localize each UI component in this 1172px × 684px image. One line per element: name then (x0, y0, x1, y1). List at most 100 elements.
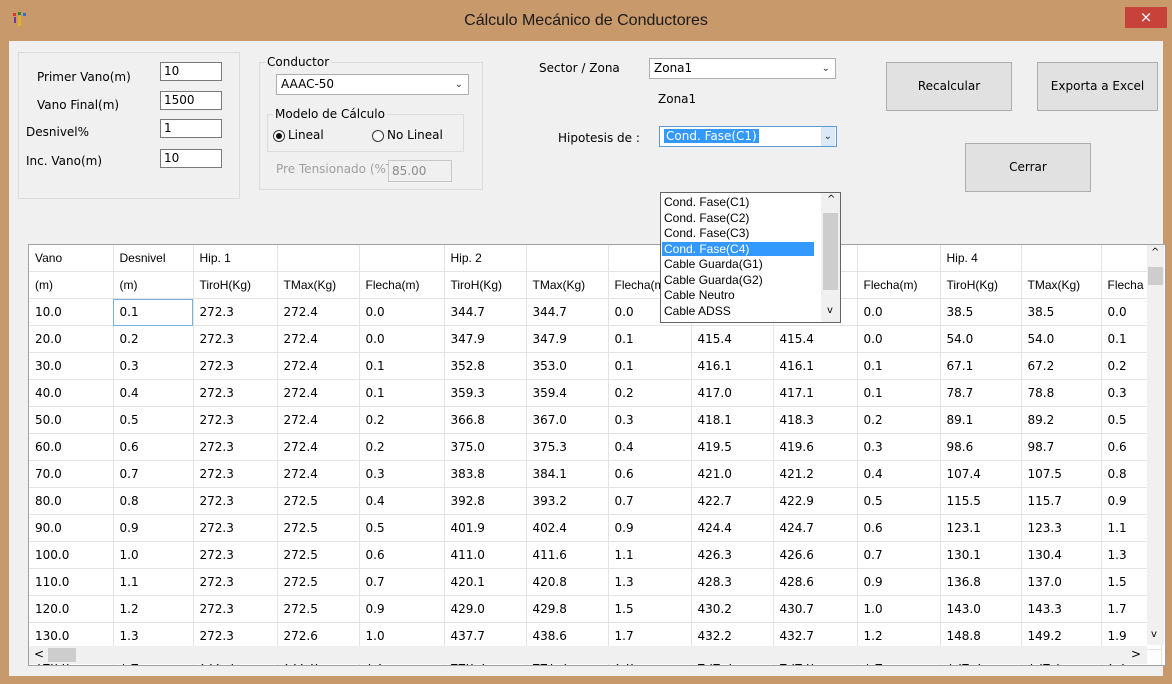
table-cell[interactable] (526, 245, 609, 272)
table-cell[interactable]: 347.9 (444, 325, 527, 353)
table-cell[interactable]: 272.3 (193, 433, 278, 461)
table-cell[interactable]: 78.7 (940, 379, 1022, 407)
table-cell[interactable]: 272.3 (193, 487, 278, 515)
table-cell[interactable]: 60.0 (29, 433, 114, 461)
table-cell[interactable]: 0.1 (113, 298, 194, 326)
table-cell[interactable]: 0.4 (359, 487, 445, 515)
table-cell[interactable]: 136.8 (940, 568, 1022, 596)
table-cell[interactable]: 418.3 (773, 406, 858, 434)
table-cell[interactable]: 0.5 (857, 487, 941, 515)
table-cell[interactable]: 100.0 (29, 541, 114, 569)
recalcular-button[interactable]: Recalcular (886, 62, 1012, 111)
table-cell[interactable]: 0.4 (608, 433, 692, 461)
table-cell[interactable]: 0.7 (113, 460, 194, 488)
table-cell[interactable]: 272.4 (277, 352, 360, 380)
scroll-right-icon[interactable]: > (1131, 647, 1141, 661)
table-cell[interactable]: 420.8 (526, 568, 609, 596)
hipotesis-select[interactable]: Cond. Fase(C1) ⌄ (659, 126, 837, 147)
table-cell[interactable]: 0.3 (113, 352, 194, 380)
table-cell[interactable]: 38.5 (940, 298, 1022, 326)
table-cell[interactable]: (m) (29, 271, 114, 299)
vertical-scrollbar[interactable]: ^ v (1147, 245, 1164, 645)
close-window-button[interactable]: × (1125, 7, 1167, 28)
table-cell[interactable]: 416.1 (691, 352, 774, 380)
cerrar-button[interactable]: Cerrar (965, 143, 1091, 192)
table-cell[interactable]: 426.3 (691, 541, 774, 569)
table-cell[interactable]: 89.2 (1021, 406, 1102, 434)
table-cell[interactable]: 1.2 (113, 595, 194, 623)
table-cell[interactable]: 89.1 (940, 406, 1022, 434)
table-cell[interactable]: 359.4 (526, 379, 609, 407)
table-cell[interactable]: 272.5 (277, 568, 360, 596)
table-cell[interactable]: 353.0 (526, 352, 609, 380)
table-cell[interactable]: (m) (113, 271, 194, 299)
table-cell[interactable]: 272.3 (193, 460, 278, 488)
table-cell[interactable]: 375.0 (444, 433, 527, 461)
table-cell[interactable]: 420.1 (444, 568, 527, 596)
table-cell[interactable]: 0.7 (857, 541, 941, 569)
dropdown-option[interactable]: Cond. Fase(C4) (662, 241, 814, 256)
results-grid[interactable]: Vano Desnivel Hip. 1 Hip. 2 Hip. 4 (m) (m) Tiro… (28, 244, 1166, 666)
table-cell[interactable]: 0.7 (359, 568, 445, 596)
primer-vano-input[interactable]: 10 (160, 62, 222, 81)
table-cell[interactable]: 40.0 (29, 379, 114, 407)
table-cell[interactable]: 272.4 (277, 433, 360, 461)
table-cell[interactable]: 54.0 (940, 325, 1022, 353)
table-cell[interactable]: 347.9 (526, 325, 609, 353)
scroll-down-icon[interactable]: v (1151, 629, 1157, 640)
table-cell[interactable]: 0.6 (113, 433, 194, 461)
table-cell[interactable]: 115.7 (1021, 487, 1102, 515)
dropdown-scroll-up-icon[interactable]: ^ (827, 194, 835, 205)
horizontal-scroll-thumb[interactable] (48, 648, 76, 662)
table-cell[interactable]: 123.3 (1021, 514, 1102, 542)
table-cell[interactable]: 1.1 (608, 541, 692, 569)
table-cell[interactable]: 130.4 (1021, 541, 1102, 569)
table-cell[interactable]: 0.8 (113, 487, 194, 515)
table-cell[interactable]: 359.3 (444, 379, 527, 407)
table-cell[interactable]: TMax(Kg) (1021, 271, 1102, 299)
table-cell[interactable]: 0.1 (359, 352, 445, 380)
table-cell[interactable]: 98.6 (940, 433, 1022, 461)
table-cell[interactable]: 107.5 (1021, 460, 1102, 488)
table-cell[interactable]: 1.3 (608, 568, 692, 596)
table-cell[interactable]: 1.0 (113, 541, 194, 569)
table-cell[interactable]: 272.3 (193, 595, 278, 623)
pretension-input[interactable]: 85.00 (388, 160, 452, 182)
table-cell[interactable]: 0.1 (857, 352, 941, 380)
table-cell[interactable] (857, 245, 941, 272)
table-cell[interactable]: 78.8 (1021, 379, 1102, 407)
table-cell[interactable]: 0.0 (359, 325, 445, 353)
table-cell[interactable]: 272.3 (193, 541, 278, 569)
table-cell[interactable]: 67.1 (940, 352, 1022, 380)
table-cell[interactable]: 272.5 (277, 541, 360, 569)
table-cell[interactable]: 402.4 (526, 514, 609, 542)
table-cell[interactable]: Hip. 2 (444, 245, 527, 272)
table-cell[interactable] (359, 245, 445, 272)
table-cell[interactable]: 0.1 (857, 379, 941, 407)
table-cell[interactable]: 143.3 (1021, 595, 1102, 623)
table-cell[interactable]: 0.2 (359, 433, 445, 461)
table-cell[interactable]: 272.5 (277, 595, 360, 623)
table-cell[interactable]: 384.1 (526, 460, 609, 488)
table-cell[interactable]: 272.4 (277, 325, 360, 353)
table-cell[interactable]: TiroH(Kg) (193, 271, 278, 299)
table-cell[interactable]: 272.3 (193, 352, 278, 380)
table-cell[interactable]: 30.0 (29, 352, 114, 380)
table-cell[interactable]: 1.0 (857, 595, 941, 623)
table-cell[interactable]: 1.1 (113, 568, 194, 596)
table-cell[interactable]: 272.4 (277, 460, 360, 488)
table-cell[interactable]: 0.6 (857, 514, 941, 542)
table-cell[interactable]: 416.1 (773, 352, 858, 380)
horizontal-scrollbar[interactable]: < > (29, 646, 1147, 664)
table-cell[interactable]: 344.7 (526, 298, 609, 326)
table-cell[interactable]: 272.5 (277, 514, 360, 542)
radio-lineal[interactable] (273, 130, 285, 142)
exporta-excel-button[interactable]: Exporta a Excel (1037, 62, 1158, 111)
table-cell[interactable]: 375.3 (526, 433, 609, 461)
inc-vano-input[interactable]: 10 (160, 149, 222, 168)
table-cell[interactable]: 426.6 (773, 541, 858, 569)
table-cell[interactable]: 272.3 (193, 406, 278, 434)
dropdown-option[interactable]: Cable Neutro (662, 288, 814, 302)
table-cell[interactable] (277, 245, 360, 272)
table-cell[interactable]: 50.0 (29, 406, 114, 434)
